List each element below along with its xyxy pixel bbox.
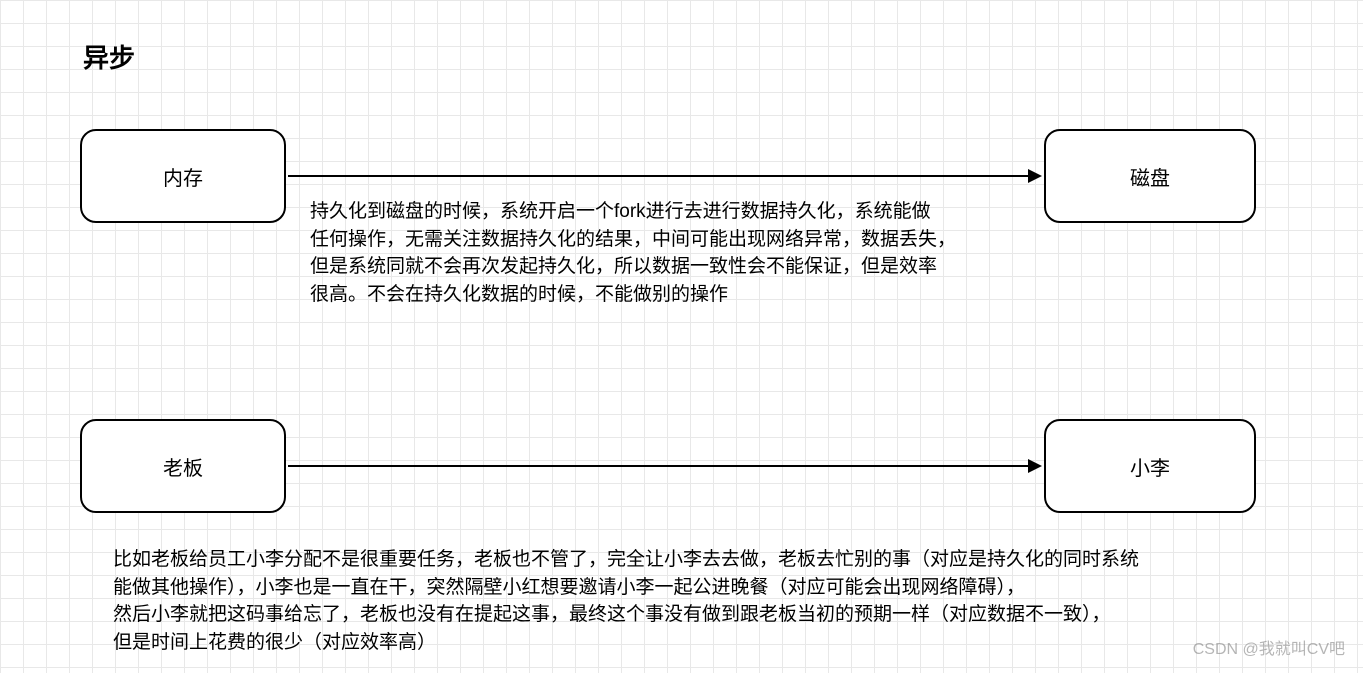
arrow-2-head <box>1028 459 1042 473</box>
node-li-label: 小李 <box>1130 452 1170 481</box>
watermark: CSDN @我就叫CV吧 <box>1193 635 1345 659</box>
description-2: 比如老板给员工小李分配不是很重要任务，老板也不管了，完全让小李去去做，老板去忙别… <box>113 546 1333 656</box>
node-memory-label: 内存 <box>163 162 203 191</box>
node-disk-label: 磁盘 <box>1130 162 1170 191</box>
arrow-1-head <box>1028 169 1042 183</box>
description-1: 持久化到磁盘的时候，系统开启一个fork进行去进行数据持久化，系统能做 任何操作… <box>310 198 1050 308</box>
node-li: 小李 <box>1044 419 1256 513</box>
node-boss: 老板 <box>80 419 286 513</box>
node-disk: 磁盘 <box>1044 129 1256 223</box>
diagram-title: 异步 <box>83 38 135 75</box>
arrow-1 <box>288 175 1028 177</box>
node-boss-label: 老板 <box>163 452 203 481</box>
node-memory: 内存 <box>80 129 286 223</box>
arrow-2 <box>288 465 1028 467</box>
